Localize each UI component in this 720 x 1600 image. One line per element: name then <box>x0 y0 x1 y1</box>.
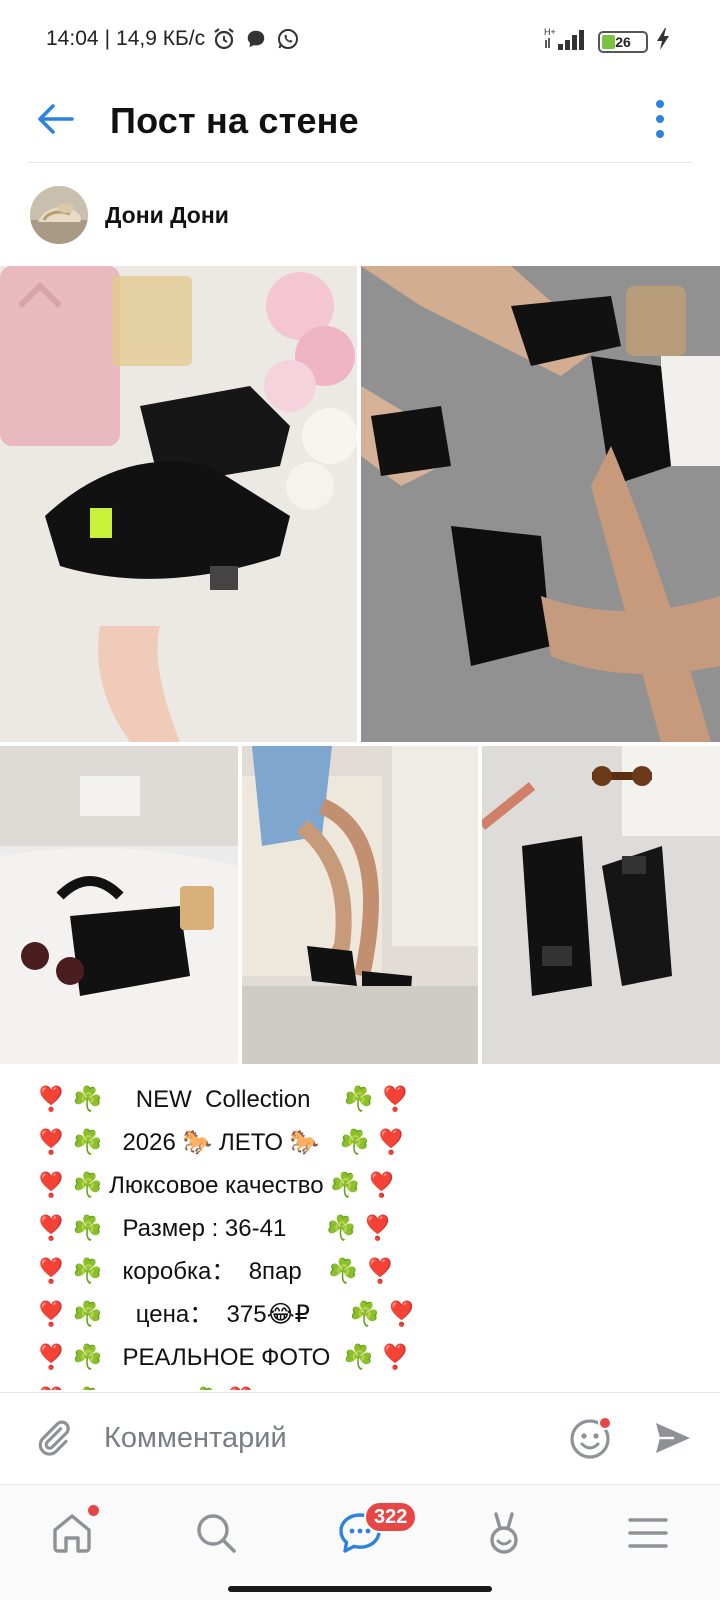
signal-icon: H+ <box>544 26 590 57</box>
status-bar: 14:04 | 14,9 КБ/с H+ 26 <box>0 0 720 80</box>
emoji-suffix: ☘️ ❣️ <box>323 1172 397 1199</box>
post-photo-2[interactable] <box>361 266 720 742</box>
post-line-text: NEW Collection <box>135 1086 311 1113</box>
more-options-button[interactable] <box>640 94 680 144</box>
charging-icon <box>656 27 670 56</box>
comment-bar <box>0 1392 720 1484</box>
alarm-icon <box>211 26 237 52</box>
emoji-prefix: ❣️ ☘️ <box>36 1172 110 1199</box>
comment-input[interactable] <box>104 1413 524 1463</box>
nav-messages[interactable]: 322 <box>330 1501 418 1563</box>
notification-dot <box>88 1505 99 1516</box>
status-left: 14:04 | 14,9 КБ/с <box>46 26 301 52</box>
back-arrow-icon <box>38 104 74 134</box>
emoji-prefix: ❣️ ☘️ <box>36 1387 122 1390</box>
back-button[interactable] <box>30 94 80 144</box>
emoji-prefix: ❣️ ☘️ <box>36 1215 123 1242</box>
status-speed: 14,9 КБ/с <box>116 27 206 50</box>
emoji-prefix: ❣️ ☘️ <box>36 1344 123 1371</box>
emoji-prefix: ❣️ ☘️ <box>36 1129 123 1156</box>
emoji-suffix: ☘️ ❣️ <box>309 1301 417 1328</box>
post-line: ❣️ ☘️ РЕАЛЬНОЕ ФОТО ☘️ ❣️ <box>36 1336 496 1379</box>
post-line: ❣️ ☘️ NEW Collection ☘️ ❣️ <box>36 1078 496 1121</box>
post-line: ❣️ ☘️ цена： 375😂₽ ☘️ ❣️ <box>36 1293 496 1336</box>
search-icon <box>197 1514 236 1553</box>
send-button[interactable] <box>650 1415 696 1461</box>
send-icon <box>656 1423 690 1453</box>
emoji-prefix: ❣️ ☘️ <box>36 1258 123 1285</box>
chat-bubble-icon <box>243 26 269 52</box>
author-name[interactable]: Дони Дони <box>105 202 229 229</box>
post-line: ❣️ ☘️ коробка： 8пар ☘️ ❣️ <box>36 1250 496 1293</box>
emoji-prefix: ❣️ ☘️ <box>36 1301 136 1328</box>
post-photo-4[interactable] <box>242 746 478 1064</box>
post-line-text: коробка： 8пар <box>122 1258 302 1285</box>
app-header: Пост на стене <box>0 80 720 162</box>
post-line: ❣️ ☘️ Люксовое качество ☘️ ❣️ <box>36 1164 496 1207</box>
page-title: Пост на стене <box>110 100 359 141</box>
attach-button[interactable] <box>30 1415 76 1461</box>
home-indicator[interactable] <box>228 1586 492 1592</box>
emoji-suffix: ☘️ ❣️ <box>319 1129 407 1156</box>
emoji-suffix: ☘️ ❣️ <box>301 1258 395 1285</box>
post-text: ❣️ ☘️ NEW Collection ☘️ ❣️ ❣️ ☘️ 2026 🐎 … <box>36 1078 496 1390</box>
emoji-suffix: ☘️ ❣️ <box>122 1387 255 1390</box>
post-line: ❣️ ☘️ 2026 🐎 ЛЕТО 🐎 ☘️ ❣️ <box>36 1121 496 1164</box>
nav-menu[interactable] <box>618 1503 678 1563</box>
more-vertical-icon <box>656 100 664 138</box>
emoji-suffix: ☘️ ❣️ <box>310 1086 411 1113</box>
bottom-nav: 322 <box>0 1484 720 1600</box>
post-photo-1[interactable] <box>0 266 357 742</box>
home-icon <box>53 1514 91 1553</box>
battery-icon: 26 <box>598 30 648 53</box>
post-photo-3[interactable] <box>0 746 238 1064</box>
post-line: ❣️ ☘️ Размер : 36-41 ☘️ ❣️ <box>36 1207 496 1250</box>
emoji-prefix: ❣️ ☘️ <box>36 1086 136 1113</box>
emoji-suffix: ☘️ ❣️ <box>330 1344 411 1371</box>
messages-badge: 322 <box>364 1501 418 1533</box>
post-author[interactable]: Дони Дони <box>30 185 229 245</box>
status-time: 14:04 <box>46 27 99 50</box>
network-type: H+ <box>544 27 556 37</box>
emoji-suffix: ☘️ ❣️ <box>286 1215 393 1242</box>
menu-icon <box>628 1518 668 1548</box>
whatsapp-icon <box>275 26 301 52</box>
header-divider <box>28 162 692 163</box>
post-line-text: цена： 375😂₽ <box>135 1301 310 1328</box>
nav-clips[interactable] <box>474 1503 534 1563</box>
paperclip-icon <box>38 1420 70 1456</box>
battery-level: 26 <box>615 33 631 50</box>
status-separator: | <box>104 27 111 50</box>
post-line-text: РЕАЛЬНОЕ ФОТО <box>122 1344 331 1371</box>
post-line-text: Люксовое качество <box>109 1172 324 1199</box>
nav-home[interactable] <box>42 1503 102 1563</box>
nav-search[interactable] <box>186 1503 246 1563</box>
emoji-icon <box>570 1416 612 1459</box>
post-photo-5[interactable] <box>482 746 720 1064</box>
avatar[interactable] <box>30 186 88 244</box>
post-line-text: Размер : 36-41 <box>122 1215 287 1242</box>
post-line: ❣️ ☘️ ☘️ ❣️ <box>36 1379 496 1390</box>
status-right: H+ 26 <box>544 26 670 57</box>
clips-icon <box>490 1512 518 1554</box>
emoji-button[interactable] <box>566 1413 616 1463</box>
post-line-text: 2026 🐎 ЛЕТО 🐎 <box>122 1129 320 1156</box>
